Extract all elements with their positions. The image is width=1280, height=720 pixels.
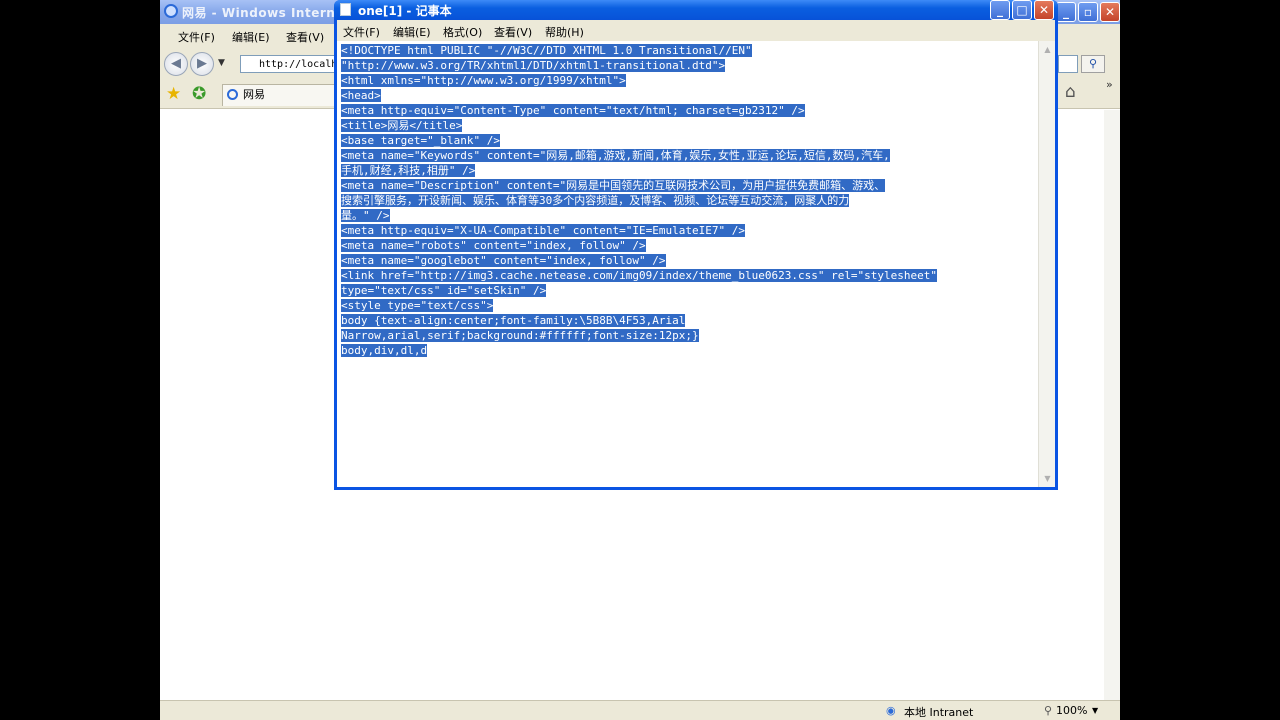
scroll-up-icon[interactable]: ▲ (1039, 41, 1055, 58)
text-line-content: <link href="http://img3.cache.netease.co… (341, 269, 938, 282)
text-line-content: type="text/css" id="setSkin" /> (341, 284, 547, 297)
notepad-maximize-button[interactable]: □ (1012, 0, 1032, 20)
notepad-menu-view[interactable]: 查看(V) (494, 24, 532, 40)
ie-window-title: 网易 - Windows Internet (182, 6, 351, 20)
text-line-content: <meta name="Keywords" content="网易,邮箱,游戏,… (341, 149, 890, 162)
text-line-content: "http://www.w3.org/TR/xhtml1/DTD/xhtml1-… (341, 59, 726, 72)
notepad-title: one[1] - 记事本 (358, 4, 452, 18)
notepad-menu-file[interactable]: 文件(F) (343, 24, 380, 40)
text-line-content: <base target="_blank" /> (341, 134, 500, 147)
notepad-title-bar[interactable]: one[1] - 记事本 _ □ ✕ (334, 0, 1058, 20)
status-zone: 本地 Intranet (904, 706, 974, 719)
text-line: <link href="http://img3.cache.netease.co… (341, 268, 1031, 283)
text-line-content: <html xmlns="http://www.w3.org/1999/xhtm… (341, 74, 626, 87)
add-favorite-icon[interactable]: ✪ (192, 84, 206, 104)
ie-scrollbar[interactable] (1104, 110, 1120, 700)
notepad-close-button[interactable]: ✕ (1034, 0, 1054, 20)
ie-minimize-button[interactable]: _ (1056, 2, 1076, 22)
notepad-menu-format[interactable]: 格式(O) (443, 24, 482, 40)
text-line: <meta http-equiv="X-UA-Compatible" conte… (341, 223, 1031, 238)
text-line: <meta name="googlebot" content="index, f… (341, 253, 1031, 268)
text-line: <title>网易</title> (341, 118, 1031, 133)
selected-source-text: <!DOCTYPE html PUBLIC "-//W3C//DTD XHTML… (341, 43, 1031, 358)
notepad-minimize-button[interactable]: _ (990, 0, 1010, 20)
text-line-content: Narrow,arial,serif;background:#ffffff;fo… (341, 329, 699, 342)
notepad-icon (340, 3, 351, 16)
tab-label: 网易 (243, 88, 265, 101)
notepad-scrollbar[interactable]: ▲ ▼ (1038, 41, 1055, 487)
text-line: body {text-align:center;font-family:\5B8… (341, 313, 1031, 328)
text-line-content: body {text-align:center;font-family:\5B8… (341, 314, 686, 327)
notepad-text-area[interactable]: <!DOCTYPE html PUBLIC "-//W3C//DTD XHTML… (337, 41, 1055, 487)
ie-tab-icon (227, 89, 238, 100)
text-line: <html xmlns="http://www.w3.org/1999/xhtm… (341, 73, 1031, 88)
text-line: "http://www.w3.org/TR/xhtml1/DTD/xhtml1-… (341, 58, 1031, 73)
text-line-content: <title>网易</title> (341, 119, 463, 132)
text-line-content: <meta name="googlebot" content="index, f… (341, 254, 666, 267)
intranet-globe-icon: ◉ (886, 704, 896, 717)
notepad-menu-help[interactable]: 帮助(H) (545, 24, 584, 40)
text-line: Narrow,arial,serif;background:#ffffff;fo… (341, 328, 1031, 343)
notepad-menu-bar: 文件(F) 编辑(E) 格式(O) 查看(V) 帮助(H) (337, 20, 1055, 41)
ie-logo-icon (164, 4, 178, 18)
chevron-more-icon[interactable]: » (1106, 78, 1113, 91)
address-text: http://localh (259, 59, 338, 70)
history-dropdown-icon[interactable]: ▼ (218, 58, 225, 68)
ie-search-button[interactable]: ⚲ (1081, 55, 1105, 73)
text-line: <head> (341, 88, 1031, 103)
ie-close-button[interactable]: ✕ (1100, 2, 1120, 22)
text-line-content: <style type="text/css"> (341, 299, 494, 312)
text-line-content: 搜索引擎服务，开设新闻、娱乐、体育等30多个内容频道，及博客、视频、论坛等互动交… (341, 194, 850, 207)
ie-menu-view[interactable]: 查看(V) (286, 29, 324, 45)
text-line: <meta name="Description" content="网易是中国领… (341, 178, 1031, 193)
text-line: <meta http-equiv="Content-Type" content=… (341, 103, 1031, 118)
zoom-dropdown-icon[interactable]: ▼ (1092, 706, 1098, 715)
text-line-content: 手机,财经,科技,相册" /> (341, 164, 476, 177)
text-line: <base target="_blank" /> (341, 133, 1031, 148)
home-icon[interactable]: ⌂ (1065, 82, 1076, 102)
forward-button[interactable]: ▶ (190, 52, 214, 76)
text-line: 量。" /> (341, 208, 1031, 223)
text-line: type="text/css" id="setSkin" /> (341, 283, 1031, 298)
text-line: 手机,财经,科技,相册" /> (341, 163, 1031, 178)
text-line-content: <meta http-equiv="X-UA-Compatible" conte… (341, 224, 745, 237)
text-line-content: <meta name="Description" content="网易是中国领… (341, 179, 886, 192)
ie-search-input[interactable] (1058, 55, 1078, 73)
text-line: body,div,dl,d (341, 343, 1031, 358)
ie-menu-file[interactable]: 文件(F) (178, 29, 215, 45)
back-button[interactable]: ◀ (164, 52, 188, 76)
text-line-content: 量。" /> (341, 209, 390, 222)
text-line: <style type="text/css"> (341, 298, 1031, 313)
text-line: <!DOCTYPE html PUBLIC "-//W3C//DTD XHTML… (341, 43, 1031, 58)
tab-netease[interactable]: 网易 (222, 84, 342, 106)
text-line: <meta name="robots" content="index, foll… (341, 238, 1031, 253)
text-line: 搜索引擎服务，开设新闻、娱乐、体育等30多个内容频道，及博客、视频、论坛等互动交… (341, 193, 1031, 208)
zoom-icon: ⚲ (1044, 704, 1053, 717)
ie-status-bar: ◉ 本地 Intranet ⚲ 100% ▼ (160, 700, 1120, 720)
notepad-window: one[1] - 记事本 _ □ ✕ 文件(F) 编辑(E) 格式(O) 查看(… (334, 0, 1058, 490)
ie-restore-button[interactable]: ▫ (1078, 2, 1098, 22)
text-line-content: <meta name="robots" content="index, foll… (341, 239, 646, 252)
ie-menu-edit[interactable]: 编辑(E) (232, 29, 270, 45)
text-line-content: <meta http-equiv="Content-Type" content=… (341, 104, 805, 117)
text-line-content: <head> (341, 89, 381, 102)
notepad-menu-edit[interactable]: 编辑(E) (393, 24, 431, 40)
text-line-content: body,div,dl,d (341, 344, 428, 357)
address-field[interactable]: http://localh (240, 55, 340, 73)
desktop-screen: 网易 - Windows Internet _ ▫ ✕ 文件(F) 编辑(E) … (160, 0, 1120, 720)
zoom-level[interactable]: 100% (1056, 704, 1087, 717)
text-line-content: <!DOCTYPE html PUBLIC "-//W3C//DTD XHTML… (341, 44, 752, 57)
scroll-down-icon[interactable]: ▼ (1039, 470, 1055, 487)
favorites-star-icon[interactable]: ★ (166, 84, 181, 104)
text-line: <meta name="Keywords" content="网易,邮箱,游戏,… (341, 148, 1031, 163)
